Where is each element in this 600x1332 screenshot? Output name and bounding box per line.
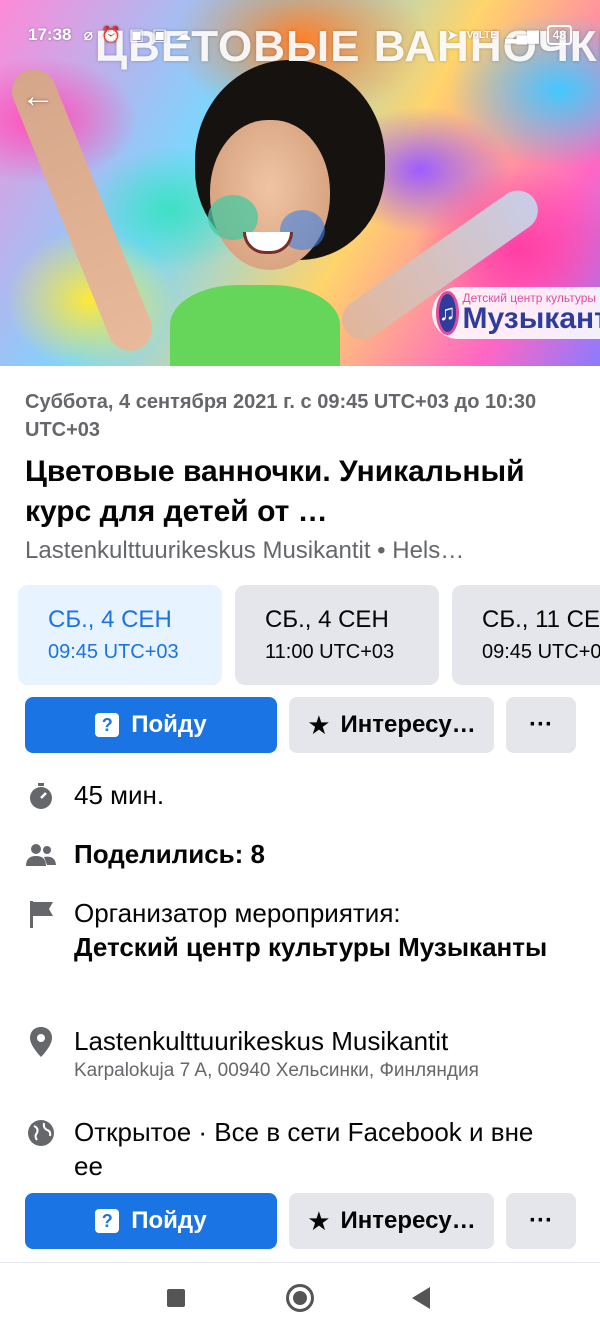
more-options-button[interactable]: ··· bbox=[506, 697, 576, 753]
back-triangle-icon[interactable] bbox=[412, 1287, 430, 1309]
location-icon: ➤ bbox=[446, 27, 459, 44]
interested-label: Интересу… bbox=[340, 1207, 476, 1234]
privacy-row: Открытое · Все в сети Facebook и вне ее bbox=[25, 1115, 585, 1183]
recents-icon[interactable] bbox=[167, 1289, 185, 1307]
more-icon: ··· bbox=[529, 711, 553, 738]
flag-icon bbox=[25, 898, 57, 930]
organizer-row[interactable]: Организатор мероприятия: Детский центр к… bbox=[25, 896, 585, 964]
date-selector: СБ., 4 СЕН 09:45 UTC+03 СБ., 4 СЕН 11:00… bbox=[18, 585, 600, 685]
location-pin-icon bbox=[25, 1026, 57, 1058]
rsvp-actions: ? Пойду ★ Интересу… ··· bbox=[25, 697, 577, 753]
privacy-text: Открытое · Все в сети Facebook и вне ее bbox=[74, 1117, 534, 1181]
going-button[interactable]: ? Пойду bbox=[25, 1193, 277, 1249]
date-chip[interactable]: СБ., 11 СЕН 09:45 UTC+03 bbox=[452, 585, 600, 685]
date-chip-time: 09:45 UTC+03 bbox=[482, 641, 600, 663]
question-icon: ? bbox=[95, 1209, 120, 1233]
duration-row: 45 мин. bbox=[25, 778, 585, 812]
organizer-prefix: Организатор мероприятия: bbox=[74, 898, 401, 928]
more-icon: ··· bbox=[529, 1207, 553, 1234]
venue-row[interactable]: Lastenkulttuurikeskus Musikantit Karpalo… bbox=[25, 1024, 585, 1084]
going-label: Пойду bbox=[131, 1207, 207, 1234]
logo-title: Музыканты bbox=[462, 302, 600, 335]
home-icon[interactable] bbox=[286, 1284, 314, 1312]
date-chip-day: СБ., 4 СЕН bbox=[48, 606, 172, 633]
venue-name: Lastenkulttuurikeskus Musikantit bbox=[74, 1026, 449, 1056]
going-button[interactable]: ? Пойду bbox=[25, 697, 277, 753]
status-time: 17:38 bbox=[28, 25, 72, 44]
stopwatch-icon bbox=[25, 780, 57, 812]
cover-figure-body bbox=[170, 285, 340, 366]
logo-icon: ♫ bbox=[436, 291, 459, 335]
back-arrow-icon[interactable]: ← bbox=[18, 78, 58, 118]
shared-count: Поделились: 8 bbox=[74, 839, 265, 869]
date-chip[interactable]: СБ., 4 СЕН 11:00 UTC+03 bbox=[235, 585, 439, 685]
alarm-icon: ⏰ bbox=[101, 27, 122, 44]
interested-button[interactable]: ★ Интересу… bbox=[289, 1193, 494, 1249]
signal-icon: ▂▄▆ bbox=[504, 27, 539, 44]
date-chip-time: 09:45 UTC+03 bbox=[48, 641, 179, 663]
system-navigation-bar bbox=[0, 1262, 600, 1332]
organizer-logo: ♫ Детский центр культуры Музыканты bbox=[432, 287, 600, 339]
volte-label: VoLTE bbox=[466, 29, 497, 41]
event-title: Цветовые ванночки. Уникальный курс для д… bbox=[25, 455, 525, 528]
interested-button[interactable]: ★ Интересу… bbox=[289, 697, 494, 753]
duration-text: 45 мин. bbox=[74, 780, 165, 810]
date-chip-time: 11:00 UTC+03 bbox=[265, 641, 395, 663]
going-label: Пойду bbox=[131, 711, 207, 738]
star-icon: ★ bbox=[307, 1205, 331, 1236]
event-location-summary[interactable]: Lastenkulttuurikeskus Musikantit • Hels… bbox=[25, 535, 580, 567]
silent-icon: ⌀ bbox=[83, 27, 94, 44]
sticky-rsvp-actions: ? Пойду ★ Интересу… ··· bbox=[25, 1193, 577, 1249]
venue-address: Karpalokuja 7 A, 00940 Хельсинки, Финлян… bbox=[74, 1060, 479, 1081]
battery-indicator: 48 bbox=[546, 25, 572, 45]
bus-icon: ▣ bbox=[152, 27, 168, 44]
star-icon: ★ bbox=[307, 709, 331, 740]
interested-label: Интересу… bbox=[340, 711, 476, 738]
cloud-icon: ☁ bbox=[175, 27, 192, 44]
date-chip-day: СБ., 11 СЕН bbox=[482, 606, 600, 633]
shared-row[interactable]: Поделились: 8 bbox=[25, 837, 585, 871]
status-bar: 17:38 ⌀ ⏰ ▣ ▣ ☁ ➤ VoLTE ▂▄▆ 48 bbox=[0, 0, 600, 60]
people-icon bbox=[25, 839, 57, 871]
question-icon: ? bbox=[95, 713, 120, 737]
date-chip-day: СБ., 4 СЕН bbox=[265, 606, 389, 633]
globe-icon bbox=[25, 1117, 57, 1149]
date-chip-selected[interactable]: СБ., 4 СЕН 09:45 UTC+03 bbox=[18, 585, 222, 685]
bus-icon: ▣ bbox=[129, 27, 145, 44]
organizer-name[interactable]: Детский центр культуры Музыканты bbox=[74, 932, 547, 962]
event-datetime: Суббота, 4 сентября 2021 г. с 09:45 UTC+… bbox=[25, 391, 537, 441]
more-options-button[interactable]: ··· bbox=[506, 1193, 576, 1249]
